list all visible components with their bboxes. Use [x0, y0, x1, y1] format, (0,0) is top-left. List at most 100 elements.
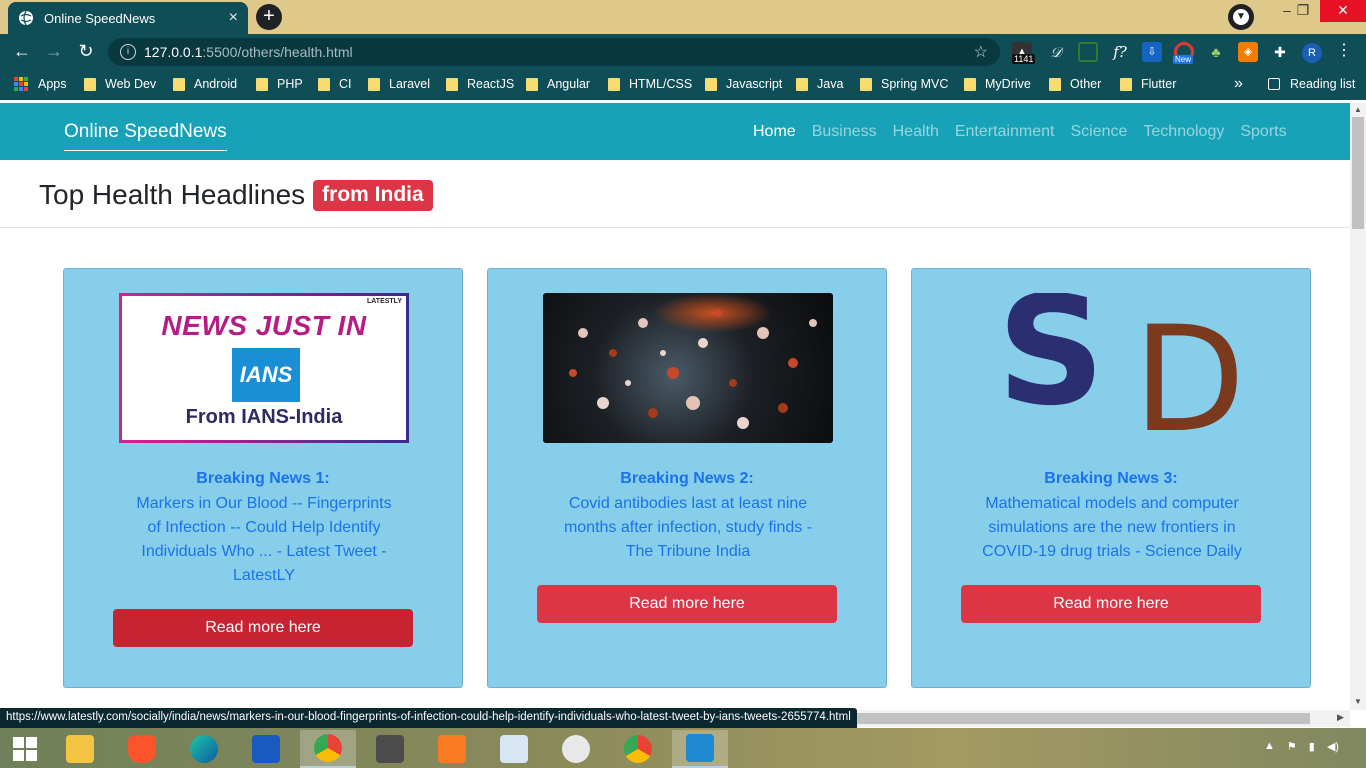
bookmark-folder[interactable]: PHP — [256, 77, 303, 91]
folder-icon — [964, 77, 976, 91]
taskbar-chrome[interactable] — [300, 730, 356, 768]
bookmark-label: Javascript — [726, 77, 783, 91]
bookmark-folder[interactable]: ReactJS — [446, 77, 514, 91]
read-more-button[interactable]: Read more here — [961, 585, 1261, 623]
extensions-puzzle-icon[interactable]: ✚ — [1270, 42, 1290, 62]
site-info-icon[interactable]: i — [120, 44, 136, 60]
bookmarks-bar: Apps Web Dev Android PHP CI Laravel Reac… — [0, 70, 1366, 100]
nav-science[interactable]: Science — [1070, 123, 1127, 141]
taskbar-vscode[interactable] — [672, 730, 728, 768]
browser-menu-icon[interactable]: ⋮ — [1336, 40, 1352, 60]
taskbar-keyboard[interactable] — [486, 730, 542, 768]
site-nav-links: Home Business Health Entertainment Scien… — [753, 123, 1287, 141]
nav-sports[interactable]: Sports — [1240, 123, 1286, 141]
tab-close-icon[interactable]: × — [229, 9, 238, 27]
xampp-icon — [438, 735, 466, 763]
bookmark-folder[interactable]: MyDrive — [964, 77, 1031, 91]
news-image[interactable]: S D — [967, 293, 1257, 443]
system-tray: ▲ ⚑ ▮ ◀) — [1264, 740, 1339, 753]
bookmark-folder[interactable]: Javascript — [705, 77, 782, 91]
reading-list-button[interactable]: Reading list — [1268, 77, 1355, 91]
close-window-button[interactable]: ✕ — [1320, 0, 1366, 22]
extension-font-icon[interactable]: f? — [1110, 42, 1130, 62]
news-tag: Breaking News 3: — [1044, 470, 1178, 487]
bookmark-folder[interactable]: Other — [1049, 77, 1101, 91]
bookmark-label: Apps — [38, 77, 67, 91]
nav-entertainment[interactable]: Entertainment — [955, 123, 1055, 141]
bookmark-folder[interactable]: Web Dev — [84, 77, 156, 91]
bookmark-label: Android — [194, 77, 238, 91]
extension-orange-icon[interactable]: ◈ — [1238, 42, 1258, 62]
scroll-thumb[interactable] — [1352, 117, 1364, 229]
bookmark-folder[interactable]: Spring MVC — [860, 77, 948, 91]
sd-logo-d: D — [1133, 295, 1246, 443]
reload-button[interactable]: ↻ — [74, 40, 98, 64]
extension-new-badge: New — [1173, 55, 1194, 64]
nav-technology[interactable]: Technology — [1143, 123, 1224, 141]
bookmark-folder[interactable]: Angular — [526, 77, 590, 91]
bookmark-label: ReactJS — [467, 77, 515, 91]
network-icon[interactable]: ▮ — [1309, 740, 1315, 753]
taskbar-file-explorer[interactable] — [52, 730, 108, 768]
chrome-profile-icon — [624, 735, 652, 763]
start-button[interactable] — [0, 730, 50, 768]
taskbar-word[interactable] — [238, 730, 294, 768]
bookmark-folder[interactable]: Java — [796, 77, 843, 91]
nav-business[interactable]: Business — [812, 123, 877, 141]
flag-icon[interactable]: ⚑ — [1287, 740, 1297, 753]
back-button[interactable]: ← — [10, 40, 34, 64]
taskbar-chrome-profile[interactable] — [610, 730, 666, 768]
extension-leaf-icon[interactable]: ♣ — [1206, 42, 1226, 62]
news-image[interactable] — [543, 293, 833, 443]
taskbar-brave[interactable] — [114, 730, 170, 768]
apps-grid-icon — [14, 77, 28, 91]
extension-download-icon[interactable]: ⇩ — [1142, 42, 1162, 62]
bookmark-folder[interactable]: Laravel — [368, 77, 430, 91]
folder-icon — [1049, 77, 1061, 91]
tab-search-button[interactable]: ▼ — [1228, 4, 1254, 30]
folder-icon — [1120, 77, 1132, 91]
site-brand[interactable]: Online SpeedNews — [64, 121, 227, 151]
bookmark-folder[interactable]: CI — [318, 77, 352, 91]
virus-particles — [569, 309, 817, 429]
scroll-up-icon[interactable]: ▲ — [1354, 105, 1362, 114]
new-tab-button[interactable]: + — [256, 4, 282, 30]
bookmark-folder[interactable]: HTML/CSS — [608, 77, 692, 91]
bookmarks-overflow-icon[interactable]: » — [1234, 75, 1243, 93]
scroll-down-icon[interactable]: ▼ — [1354, 697, 1362, 706]
url-host: 127.0.0.1 — [144, 44, 203, 60]
windows-logo-icon — [13, 737, 37, 761]
news-image[interactable]: LATESTLY NEWS JUST IN IANS From IANS-Ind… — [119, 293, 409, 443]
bookmark-label: CI — [339, 77, 352, 91]
tray-expand-icon[interactable]: ▲ — [1264, 740, 1275, 753]
bookmark-label: Flutter — [1141, 77, 1177, 91]
nav-health[interactable]: Health — [893, 123, 939, 141]
browser-tab[interactable]: Online SpeedNews × — [8, 2, 248, 34]
volume-icon[interactable]: ◀) — [1327, 740, 1339, 753]
taskbar-snipping[interactable] — [548, 730, 604, 768]
nav-home[interactable]: Home — [753, 123, 796, 141]
extension-screen-icon[interactable] — [1078, 42, 1098, 62]
taskbar-xampp[interactable] — [424, 730, 480, 768]
bookmark-apps[interactable]: Apps — [14, 77, 67, 91]
taskbar-sublime[interactable] — [362, 730, 418, 768]
news-card: Breaking News 2: Covid antibodies last a… — [487, 268, 887, 688]
forward-button[interactable]: → — [42, 40, 66, 64]
maximize-button[interactable]: ❐ — [1288, 0, 1318, 22]
bookmark-folder[interactable]: Android — [173, 77, 237, 91]
taskbar-edge[interactable] — [176, 730, 232, 768]
keyboard-icon — [500, 735, 528, 763]
address-bar[interactable]: i 127.0.0.1:5500/others/health.html ☆ — [108, 38, 1000, 66]
bookmark-star-icon[interactable]: ☆ — [974, 42, 988, 62]
read-more-button[interactable]: Read more here — [537, 585, 837, 623]
scroll-right-icon[interactable]: ▶ — [1337, 712, 1344, 723]
folder-icon — [860, 77, 872, 91]
reading-list-icon — [1268, 78, 1280, 90]
profile-avatar[interactable]: R — [1302, 43, 1322, 63]
vertical-scrollbar[interactable]: ▲ ▼ — [1350, 103, 1366, 710]
bookmark-folder[interactable]: Flutter — [1120, 77, 1176, 91]
read-more-button[interactable]: Read more here — [113, 609, 413, 647]
news-card: S D Breaking News 3: Mathematical models… — [911, 268, 1311, 688]
site-navbar: Online SpeedNews Home Business Health En… — [0, 103, 1350, 160]
extension-d-icon[interactable]: 𝒟 — [1046, 42, 1066, 62]
